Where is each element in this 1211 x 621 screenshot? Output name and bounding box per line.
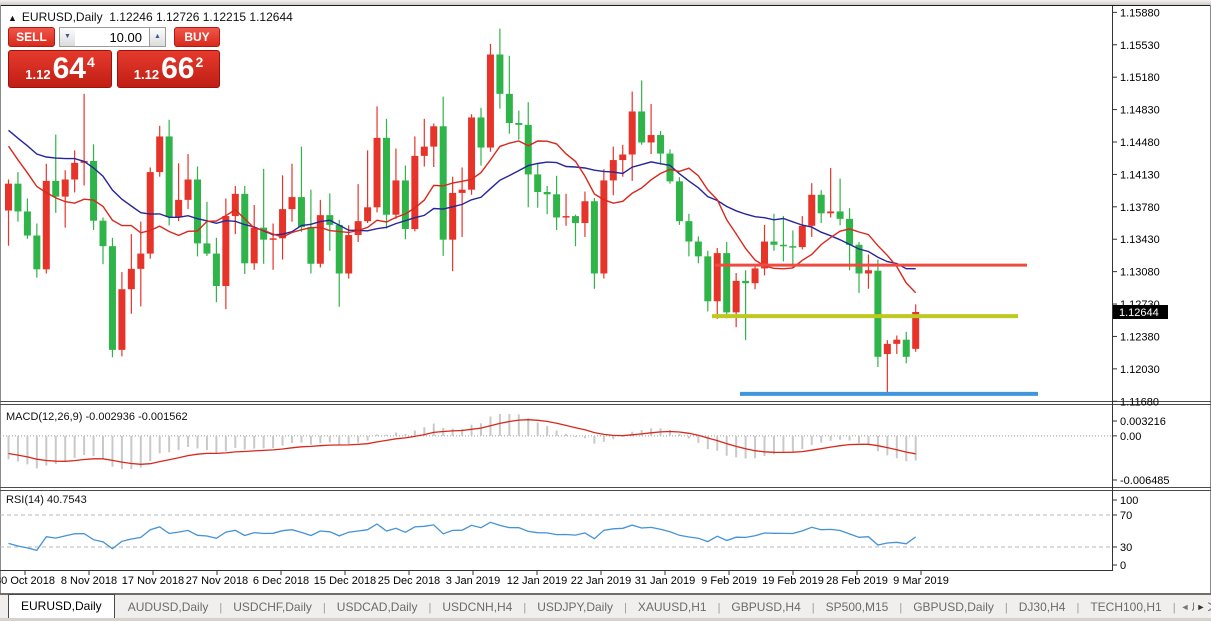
- svg-text:1.13080: 1.13080: [1120, 267, 1160, 279]
- tab-usdchf-daily[interactable]: USDCHF,Daily: [222, 597, 323, 618]
- svg-text:17 Nov 2018: 17 Nov 2018: [122, 575, 184, 587]
- svg-text:0: 0: [1120, 560, 1126, 572]
- buy-price-box[interactable]: 1.12 66 2: [117, 50, 220, 88]
- svg-text:9 Feb 2019: 9 Feb 2019: [701, 575, 757, 587]
- buy-price-prefix: 1.12: [134, 67, 159, 82]
- mt4-chart-window: 1.15880 1.15530 1.15180 1.14830 1.14480 1.141…: [0, 0, 1211, 621]
- svg-text:1.12644: 1.12644: [1119, 307, 1159, 319]
- tab-tech100-h1[interactable]: TECH100,H1: [1079, 597, 1172, 618]
- svg-text:0.00: 0.00: [1120, 431, 1141, 443]
- svg-text:70: 70: [1120, 510, 1132, 522]
- svg-text:1.14130: 1.14130: [1120, 169, 1160, 181]
- svg-text:31 Jan 2019: 31 Jan 2019: [635, 575, 696, 587]
- chart-tab-bar: EURUSD,DailyAUDUSD,Daily|USDCHF,Daily|US…: [0, 594, 1211, 618]
- tab-dj30-h4[interactable]: DJ30,H4: [1008, 597, 1077, 618]
- tab-xauusd-h1[interactable]: XAUUSD,H1: [627, 597, 718, 618]
- sell-price-box[interactable]: 1.12 64 4: [8, 50, 112, 88]
- svg-text:8 Nov 2018: 8 Nov 2018: [61, 575, 117, 587]
- svg-text:1.15530: 1.15530: [1120, 40, 1160, 52]
- rsi-value: 40.7543: [47, 494, 87, 506]
- tab-gbpusd-h4[interactable]: GBPUSD,H4: [720, 597, 811, 618]
- volume-decrease-button[interactable]: ▼: [59, 27, 76, 47]
- svg-text:3 Jan 2019: 3 Jan 2019: [446, 575, 500, 587]
- svg-text:100: 100: [1120, 495, 1138, 507]
- svg-text:25 Dec 2018: 25 Dec 2018: [378, 575, 440, 587]
- current-price-badge: 1.12644: [1113, 305, 1168, 319]
- tab-eurusd-daily[interactable]: EURUSD,Daily: [8, 594, 115, 618]
- tab-audusd-daily[interactable]: AUDUSD,Daily: [117, 597, 220, 618]
- volume-increase-button[interactable]: ▲: [149, 27, 166, 47]
- tab-gbpusd-daily[interactable]: GBPUSD,Daily: [902, 597, 1005, 618]
- buy-button[interactable]: BUY: [174, 27, 220, 47]
- svg-text:0.003216: 0.003216: [1120, 416, 1166, 428]
- svg-text:1.12030: 1.12030: [1120, 364, 1160, 376]
- volume-input[interactable]: [75, 27, 150, 47]
- tab-usdcnh-h4[interactable]: USDCNH,H4: [431, 597, 523, 618]
- svg-text:1.14480: 1.14480: [1120, 137, 1160, 149]
- tab-scroll-right-button[interactable]: ►: [1194, 599, 1208, 615]
- tab-usdjpy-daily[interactable]: USDJPY,Daily: [526, 597, 624, 618]
- svg-text:30: 30: [1120, 542, 1132, 554]
- svg-text:-0.006485: -0.006485: [1120, 475, 1170, 487]
- sell-button[interactable]: SELL: [8, 27, 55, 47]
- svg-text:1.13430: 1.13430: [1120, 234, 1160, 246]
- svg-text:15 Dec 2018: 15 Dec 2018: [314, 575, 376, 587]
- svg-text:1.15180: 1.15180: [1120, 72, 1160, 84]
- svg-text:27 Nov 2018: 27 Nov 2018: [186, 575, 248, 587]
- svg-text:9 Mar 2019: 9 Mar 2019: [893, 575, 949, 587]
- svg-text:12 Jan 2019: 12 Jan 2019: [507, 575, 568, 587]
- svg-text:19 Feb 2019: 19 Feb 2019: [762, 575, 824, 587]
- svg-text:30 Oct 2018: 30 Oct 2018: [0, 575, 55, 587]
- macd-values: -0.002936 -0.001562: [85, 411, 187, 423]
- rsi-indicator-label: RSI(14) 40.7543: [6, 494, 87, 506]
- svg-text:28 Feb 2019: 28 Feb 2019: [826, 575, 888, 587]
- tab-sp500-m15[interactable]: SP500,M15: [815, 597, 900, 618]
- svg-text:22 Jan 2019: 22 Jan 2019: [571, 575, 632, 587]
- svg-text:6 Dec 2018: 6 Dec 2018: [253, 575, 309, 587]
- sell-price-prefix: 1.12: [25, 67, 50, 82]
- buy-price-big: 66: [161, 54, 194, 84]
- symbol-ohlc-header: ▲ EURUSD,Daily 1.12246 1.12726 1.12215 1.…: [8, 10, 293, 24]
- svg-text:1.15880: 1.15880: [1120, 7, 1160, 19]
- buy-price-pip: 2: [195, 54, 203, 70]
- tab-usdcad-daily[interactable]: USDCAD,Daily: [326, 597, 429, 618]
- macd-indicator-label: MACD(12,26,9) -0.002936 -0.001562: [6, 411, 188, 423]
- sell-price-big: 64: [53, 54, 86, 84]
- svg-text:1.12380: 1.12380: [1120, 331, 1160, 343]
- svg-text:1.11680: 1.11680: [1120, 396, 1159, 408]
- symbol-marker-icon: ▲: [8, 13, 17, 23]
- symbol-name: EURUSD,Daily: [22, 10, 103, 24]
- symbol-ohlc-values: 1.12246 1.12726 1.12215 1.12644: [109, 10, 293, 24]
- sell-price-pip: 4: [87, 54, 95, 70]
- tab-scroll-left-button[interactable]: ◄: [1178, 599, 1192, 615]
- chart-canvas[interactable]: 1.15880 1.15530 1.15180 1.14830 1.14480 1.141…: [0, 0, 1211, 621]
- svg-text:1.14830: 1.14830: [1120, 105, 1160, 117]
- one-click-trade-widget: SELL ▼ ▲ BUY 1.12 64 4 1.12 66 2: [8, 27, 220, 89]
- svg-text:1.13780: 1.13780: [1120, 202, 1160, 214]
